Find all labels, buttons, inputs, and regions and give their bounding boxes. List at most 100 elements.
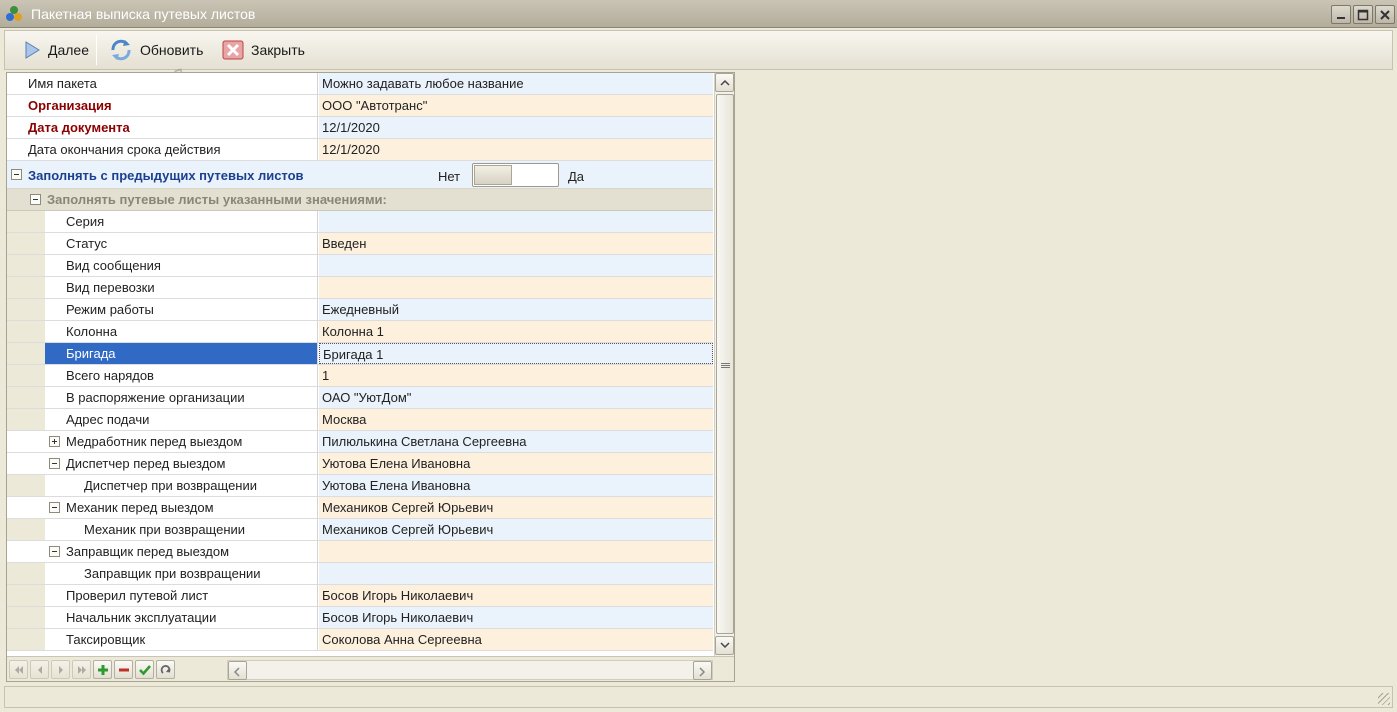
scroll-left-button[interactable] bbox=[228, 661, 247, 680]
row-value-mechanic-before[interactable]: Механиков Сергей Юрьевич bbox=[319, 497, 713, 518]
grid-row[interactable]: Механик при возвращении Механиков Сергей… bbox=[7, 519, 713, 541]
row-value-refueler-return[interactable] bbox=[319, 563, 713, 584]
scroll-thumb[interactable] bbox=[716, 94, 734, 634]
grid-row[interactable]: Заправщик при возвращении bbox=[7, 563, 713, 585]
vertical-scrollbar[interactable] bbox=[714, 73, 734, 656]
grid-row[interactable]: Серия bbox=[7, 211, 713, 233]
row-name-medic-before: Медработник перед выездом bbox=[7, 431, 318, 452]
row-value-dispatcher-return[interactable]: Уютова Елена Ивановна bbox=[319, 475, 713, 496]
row-value-refueler-before[interactable] bbox=[319, 541, 713, 562]
row-name-total-orders: Всего нарядов bbox=[7, 365, 318, 386]
last-icon bbox=[78, 666, 86, 674]
grid-row[interactable]: Заправщик перед выездом bbox=[7, 541, 713, 563]
grid-row-selected[interactable]: Бригада Бригада 1 bbox=[7, 343, 713, 365]
record-navigator bbox=[7, 656, 734, 681]
row-value-status[interactable]: Введен bbox=[319, 233, 713, 254]
close-button[interactable]: Закрыть bbox=[214, 31, 311, 69]
refresh-record-button[interactable] bbox=[156, 660, 175, 679]
grid-row[interactable]: Режим работы Ежедневный bbox=[7, 299, 713, 321]
row-value-at-disposal[interactable]: ОАО "УютДом" bbox=[319, 387, 713, 408]
apply-record-button[interactable] bbox=[135, 660, 154, 679]
grid-row[interactable]: Статус Введен bbox=[7, 233, 713, 255]
grid-row[interactable]: Адрес подачи Москва bbox=[7, 409, 713, 431]
grid-row[interactable]: Колонна Колонна 1 bbox=[7, 321, 713, 343]
row-value-mechanic-return[interactable]: Механиков Сергей Юрьевич bbox=[319, 519, 713, 540]
minus-icon bbox=[119, 668, 129, 672]
fill-from-previous-toggle[interactable] bbox=[472, 163, 559, 187]
first-record-button[interactable] bbox=[9, 660, 28, 679]
switch-off-label: Нет bbox=[438, 169, 461, 184]
row-name-column: Колонна bbox=[7, 321, 318, 342]
grid-row[interactable]: Организация ООО "Автотранс" bbox=[7, 95, 713, 117]
row-value-checked-by[interactable]: Босов Игорь Николаевич bbox=[319, 585, 713, 606]
row-value-dispatcher-before[interactable]: Уютова Елена Ивановна bbox=[319, 453, 713, 474]
row-value-message-type[interactable] bbox=[319, 255, 713, 276]
row-name-dispatcher-return: Диспетчер при возвращении bbox=[7, 475, 318, 496]
close-window-button[interactable] bbox=[1375, 5, 1395, 24]
row-name-series: Серия bbox=[7, 211, 318, 232]
scroll-up-button[interactable] bbox=[715, 73, 734, 92]
next-icon bbox=[59, 666, 63, 674]
row-value-work-mode[interactable]: Ежедневный bbox=[319, 299, 713, 320]
scroll-down-button[interactable] bbox=[715, 636, 734, 655]
row-name-refueler-return: Заправщик при возвращении bbox=[7, 563, 318, 584]
collapse-toggle-icon[interactable] bbox=[30, 194, 41, 205]
grid-row[interactable]: Механик перед выездом Механиков Сергей Ю… bbox=[7, 497, 713, 519]
title-bar[interactable]: Пакетная выписка путевых листов bbox=[0, 0, 1397, 28]
grid-row[interactable]: Диспетчер перед выездом Уютова Елена Ива… bbox=[7, 453, 713, 475]
resize-grip-icon[interactable] bbox=[1378, 693, 1390, 705]
horizontal-scrollbar[interactable] bbox=[227, 660, 713, 680]
row-value-tax-clerk[interactable]: Соколова Анна Сергеевна bbox=[319, 629, 713, 650]
grid-row[interactable]: Вид перевозки bbox=[7, 277, 713, 299]
first-icon bbox=[15, 666, 23, 674]
plus-icon bbox=[98, 665, 108, 675]
next-record-button[interactable] bbox=[51, 660, 70, 679]
row-value-brigade[interactable]: Бригада 1 bbox=[319, 343, 713, 364]
row-value-package-name[interactable]: Можно задавать любое название bbox=[319, 73, 713, 94]
category-fill-from-previous[interactable]: Заполнять с предыдущих путевых листов Не… bbox=[7, 161, 713, 189]
refresh-button[interactable]: Обновить bbox=[101, 31, 209, 69]
collapse-toggle-icon[interactable] bbox=[11, 169, 22, 180]
maximize-button[interactable] bbox=[1353, 5, 1373, 24]
grid-row[interactable]: Дата окончания срока действия 12/1/2020 bbox=[7, 139, 713, 161]
row-value-total-orders[interactable]: 1 bbox=[319, 365, 713, 386]
last-record-button[interactable] bbox=[72, 660, 91, 679]
grid-row[interactable]: Проверил путевой лист Босов Игорь Никола… bbox=[7, 585, 713, 607]
row-value-operations-head[interactable]: Босов Игорь Николаевич bbox=[319, 607, 713, 628]
grid-row[interactable]: Всего нарядов 1 bbox=[7, 365, 713, 387]
toggle-knob[interactable] bbox=[474, 165, 512, 185]
close-label: Закрыть bbox=[251, 42, 305, 58]
add-record-button[interactable] bbox=[93, 660, 112, 679]
refresh-label: Обновить bbox=[140, 42, 204, 58]
grid-row[interactable]: Начальник эксплуатации Босов Игорь Никол… bbox=[7, 607, 713, 629]
row-value-medic-before[interactable]: Пилюлькина Светлана Сергеевна bbox=[319, 431, 713, 452]
grid-row[interactable]: Таксировщик Соколова Анна Сергеевна bbox=[7, 629, 713, 651]
row-value-delivery-address[interactable]: Москва bbox=[319, 409, 713, 430]
row-value-expiry-date[interactable]: 12/1/2020 bbox=[319, 139, 713, 160]
next-button[interactable]: Далее bbox=[15, 31, 95, 69]
property-grid: Имя пакета Можно задавать любое название… bbox=[7, 73, 713, 655]
app-icon bbox=[5, 5, 23, 23]
grid-row[interactable]: Вид сообщения bbox=[7, 255, 713, 277]
row-name-transport-type: Вид перевозки bbox=[7, 277, 318, 298]
close-icon bbox=[222, 40, 244, 60]
row-value-organization[interactable]: ООО "Автотранс" bbox=[319, 95, 713, 116]
row-name-mechanic-before: Механик перед выездом bbox=[7, 497, 318, 518]
row-name-message-type: Вид сообщения bbox=[7, 255, 318, 276]
grid-row[interactable]: Имя пакета Можно задавать любое название bbox=[7, 73, 713, 95]
row-value-column[interactable]: Колонна 1 bbox=[319, 321, 713, 342]
grid-row[interactable]: В распоряжение организации ОАО "УютДом" bbox=[7, 387, 713, 409]
row-value-document-date[interactable]: 12/1/2020 bbox=[319, 117, 713, 138]
grid-row[interactable]: Дата документа 12/1/2020 bbox=[7, 117, 713, 139]
minimize-button[interactable] bbox=[1331, 5, 1351, 24]
grid-row[interactable]: Медработник перед выездом Пилюлькина Све… bbox=[7, 431, 713, 453]
prev-record-button[interactable] bbox=[30, 660, 49, 679]
row-value-series[interactable] bbox=[319, 211, 713, 232]
scroll-right-button[interactable] bbox=[693, 661, 712, 680]
row-name-expiry-date: Дата окончания срока действия bbox=[7, 139, 318, 160]
category-fill-values[interactable]: Заполнять путевые листы указанными значе… bbox=[7, 189, 713, 211]
delete-record-button[interactable] bbox=[114, 660, 133, 679]
grid-row[interactable]: Диспетчер при возвращении Уютова Елена И… bbox=[7, 475, 713, 497]
row-name-brigade: Бригада bbox=[7, 343, 318, 364]
row-value-transport-type[interactable] bbox=[319, 277, 713, 298]
